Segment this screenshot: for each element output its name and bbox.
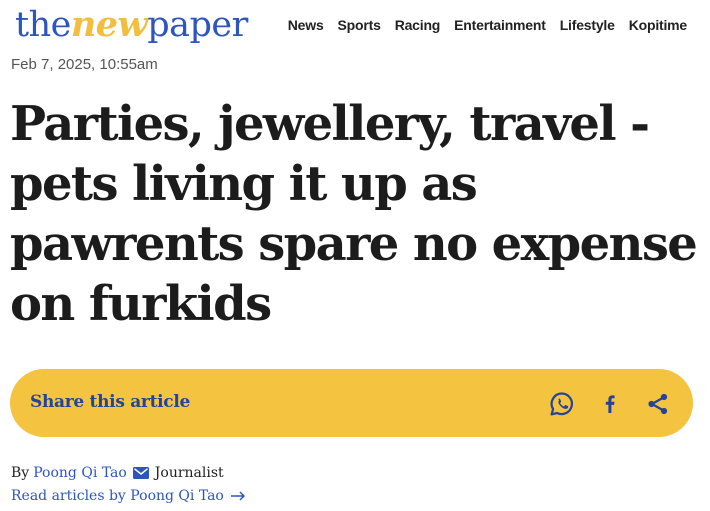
whatsapp-icon[interactable] (547, 389, 577, 419)
share-bar: Share this article (10, 369, 693, 437)
nav-item-kopitime[interactable]: Kopitime (629, 17, 687, 33)
more-articles-label: Read articles by Poong Qi Tao (11, 488, 224, 504)
mail-icon[interactable] (132, 467, 149, 479)
author-role: Journalist (154, 465, 224, 481)
nav-item-lifestyle[interactable]: Lifestyle (560, 17, 615, 33)
byline-by: By (11, 465, 30, 481)
byline: By Poong Qi Tao Journalist (11, 465, 224, 481)
arrow-right-icon (230, 491, 245, 501)
logo-text-new: new (70, 4, 148, 45)
share-icon[interactable] (643, 389, 673, 419)
logo-text-the: the (15, 5, 71, 45)
nav-item-news[interactable]: News (288, 17, 324, 33)
more-articles-link[interactable]: Read articles by Poong Qi Tao (11, 488, 246, 504)
article-headline: Parties, jewellery, travel - pets living… (10, 96, 698, 332)
share-icons (547, 389, 673, 419)
nav-item-entertainment[interactable]: Entertainment (454, 17, 546, 33)
site-logo[interactable]: thenewpaper (15, 3, 248, 47)
article-date: Feb 7, 2025, 10:55am (11, 56, 158, 73)
main-nav: News Sports Racing Entertainment Lifesty… (288, 17, 687, 33)
logo-text-paper: paper (147, 5, 248, 45)
site-header: thenewpaper News Sports Racing Entertain… (0, 0, 710, 52)
facebook-icon[interactable] (595, 389, 625, 419)
nav-item-racing[interactable]: Racing (395, 17, 441, 33)
author-link[interactable]: Poong Qi Tao (33, 465, 127, 481)
nav-item-sports[interactable]: Sports (338, 17, 381, 33)
share-label: Share this article (30, 392, 191, 412)
